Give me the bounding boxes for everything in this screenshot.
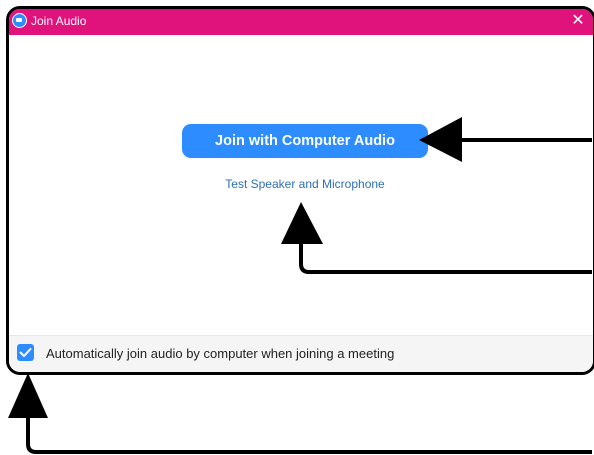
auto-join-label: Automatically join audio by computer whe…: [46, 346, 395, 361]
window-title: Join Audio: [31, 14, 87, 28]
arrow-to-checkbox-icon: [8, 373, 592, 454]
dialog-footer: Automatically join audio by computer whe…: [9, 335, 593, 372]
join-audio-dialog: Join Audio ✕ Join with Computer Audio Te…: [6, 6, 594, 375]
titlebar: Join Audio ✕: [9, 9, 593, 35]
join-with-computer-audio-button[interactable]: Join with Computer Audio: [182, 124, 428, 158]
zoom-app-icon: [12, 13, 27, 28]
test-speaker-and-microphone-link[interactable]: Test Speaker and Microphone: [179, 177, 431, 191]
auto-join-checkbox[interactable]: [17, 344, 34, 361]
stage: Join Audio ✕ Join with Computer Audio Te…: [0, 0, 594, 455]
close-icon[interactable]: ✕: [569, 11, 587, 31]
checkmark-icon: [19, 348, 32, 357]
dialog-content: Join with Computer Audio Test Speaker an…: [9, 35, 593, 337]
